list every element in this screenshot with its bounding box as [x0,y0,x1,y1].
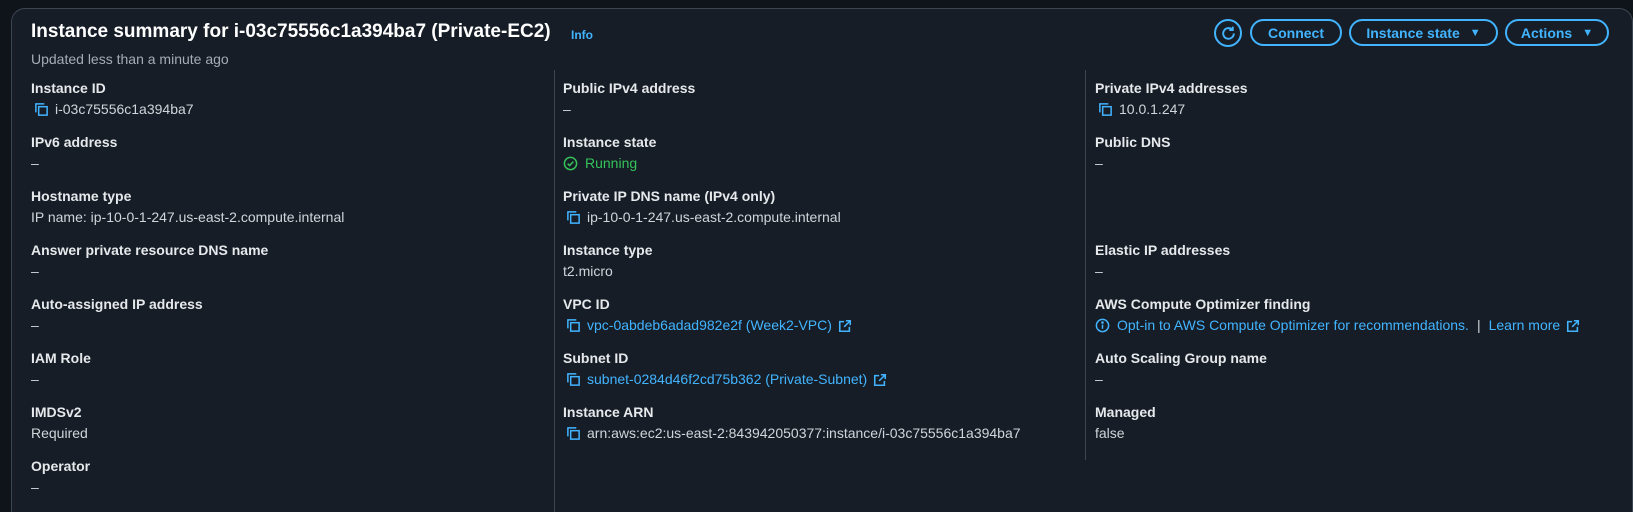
check-circle-icon [563,155,581,172]
field-hostname-type: Hostname type IP name: ip-10-0-1-247.us-… [31,188,344,226]
field-private-dns: Private IP DNS name (IPv4 only) ip-10-0-… [563,188,841,226]
field-value: – [563,101,571,117]
optimizer-opt-in-link[interactable]: Opt-in to AWS Compute Optimizer for reco… [1117,317,1469,334]
field-value: Required [31,425,88,441]
field-asg-name: Auto Scaling Group name – [1095,350,1267,388]
separator: | [1476,317,1481,333]
field-label: AWS Compute Optimizer finding [1095,296,1311,312]
actions-button[interactable]: Actions ▼ [1505,19,1609,46]
copy-icon[interactable] [31,101,51,118]
field-label: VPC ID [563,296,610,312]
field-value: i-03c75556c1a394ba7 [31,101,194,118]
field-label: IAM Role [31,350,91,366]
instance-arn-value: arn:aws:ec2:us-east-2:843942050377:insta… [587,425,1021,441]
field-vpc-id: VPC ID vpc-0abdeb6adad982e2f (Week2-VPC) [563,296,854,334]
field-label: Instance type [563,242,653,258]
caret-down-icon: ▼ [1582,26,1594,39]
field-label: Instance ID [31,80,106,96]
refresh-icon [1220,25,1237,42]
instance-state-label: Instance state [1366,24,1460,41]
field-answer-dns: Answer private resource DNS name – [31,242,268,280]
learn-more-link[interactable]: Learn more [1489,317,1561,334]
copy-icon[interactable] [563,371,583,388]
copy-icon[interactable] [563,425,583,442]
field-value: – [31,479,39,495]
field-label: Answer private resource DNS name [31,242,269,258]
field-label: Managed [1095,404,1156,420]
field-iam-role: IAM Role – [31,350,91,388]
field-label: Instance ARN [563,404,654,420]
connect-button[interactable]: Connect [1250,19,1342,46]
private-ipv4-value: 10.0.1.247 [1119,101,1186,117]
field-label: Auto-assigned IP address [31,296,203,312]
field-managed: Managed false [1095,404,1156,442]
info-circle-icon [1095,317,1113,334]
field-private-ipv4: Private IPv4 addresses 10.0.1.247 [1095,80,1248,118]
field-ipv6: IPv6 address – [31,134,117,172]
field-label: Instance state [563,134,657,150]
refresh-button[interactable] [1214,19,1242,47]
field-label: Private IPv4 addresses [1095,80,1248,96]
field-instance-arn: Instance ARN arn:aws:ec2:us-east-2:84394… [563,404,1021,442]
field-label: Auto Scaling Group name [1095,350,1267,366]
field-instance-id: Instance ID i-03c75556c1a394ba7 [31,80,194,118]
vpc-id-link[interactable]: vpc-0abdeb6adad982e2f (Week2-VPC) [587,317,832,334]
info-link[interactable]: Info [571,28,593,42]
page-title: Instance summary for i-03c75556c1a394ba7… [31,21,551,42]
field-value: – [31,263,39,279]
field-value: arn:aws:ec2:us-east-2:843942050377:insta… [563,425,1021,442]
column-divider [1085,70,1086,460]
instance-state-value: Running [585,155,638,171]
field-instance-state: Instance state Running [563,134,656,172]
field-value: – [1095,263,1103,279]
field-compute-optimizer: AWS Compute Optimizer finding Opt-in to … [1095,296,1582,334]
copy-icon[interactable] [563,317,583,334]
field-label: IMDSv2 [31,404,82,420]
field-value: t2.micro [563,263,613,279]
subnet-id-link[interactable]: subnet-0284d46f2cd75b362 (Private-Subnet… [587,371,867,388]
field-public-ipv4: Public IPv4 address – [563,80,695,118]
field-value: – [1095,371,1103,387]
instance-state-button[interactable]: Instance state ▼ [1349,19,1498,46]
field-public-dns: Public DNS – [1095,134,1170,172]
field-operator: Operator – [31,458,90,496]
field-value: vpc-0abdeb6adad982e2f (Week2-VPC) [563,317,854,334]
field-value: – [1095,155,1103,171]
field-label: Public DNS [1095,134,1171,150]
actions-label: Actions [1520,24,1573,41]
column-divider [554,70,555,512]
field-value: subnet-0284d46f2cd75b362 (Private-Subnet… [563,371,889,388]
copy-icon[interactable] [563,209,583,226]
field-auto-ip: Auto-assigned IP address – [31,296,203,334]
field-label: Public IPv4 address [563,80,696,96]
field-value: – [31,371,39,387]
field-label: Private IP DNS name (IPv4 only) [563,188,776,204]
external-link-icon[interactable] [1566,318,1582,334]
external-link-icon[interactable] [873,372,889,388]
field-label: Subnet ID [563,350,629,366]
field-value: ip-10-0-1-247.us-east-2.compute.internal [563,209,841,226]
field-label: Hostname type [31,188,132,204]
instance-id-value: i-03c75556c1a394ba7 [55,101,194,117]
field-subnet-id: Subnet ID subnet-0284d46f2cd75b362 (Priv… [563,350,889,388]
field-label: IPv6 address [31,134,118,150]
field-label: Elastic IP addresses [1095,242,1231,258]
updated-status: Updated less than a minute ago [31,51,229,67]
connect-button-label: Connect [1268,24,1324,41]
field-value: IP name: ip-10-0-1-247.us-east-2.compute… [31,209,345,225]
field-value: 10.0.1.247 [1095,101,1248,118]
field-value: false [1095,425,1125,441]
caret-down-icon: ▼ [1469,26,1481,39]
field-value: – [31,155,39,171]
field-imdsv2: IMDSv2 Required [31,404,88,442]
external-link-icon[interactable] [838,318,854,334]
field-value: – [31,317,39,333]
field-value: Opt-in to AWS Compute Optimizer for reco… [1095,317,1582,334]
private-dns-value: ip-10-0-1-247.us-east-2.compute.internal [587,209,841,225]
field-elastic-ip: Elastic IP addresses – [1095,242,1230,280]
field-label: Operator [31,458,91,474]
copy-icon[interactable] [1095,101,1115,118]
field-instance-type: Instance type t2.micro [563,242,652,280]
status-badge: Running [563,155,656,172]
